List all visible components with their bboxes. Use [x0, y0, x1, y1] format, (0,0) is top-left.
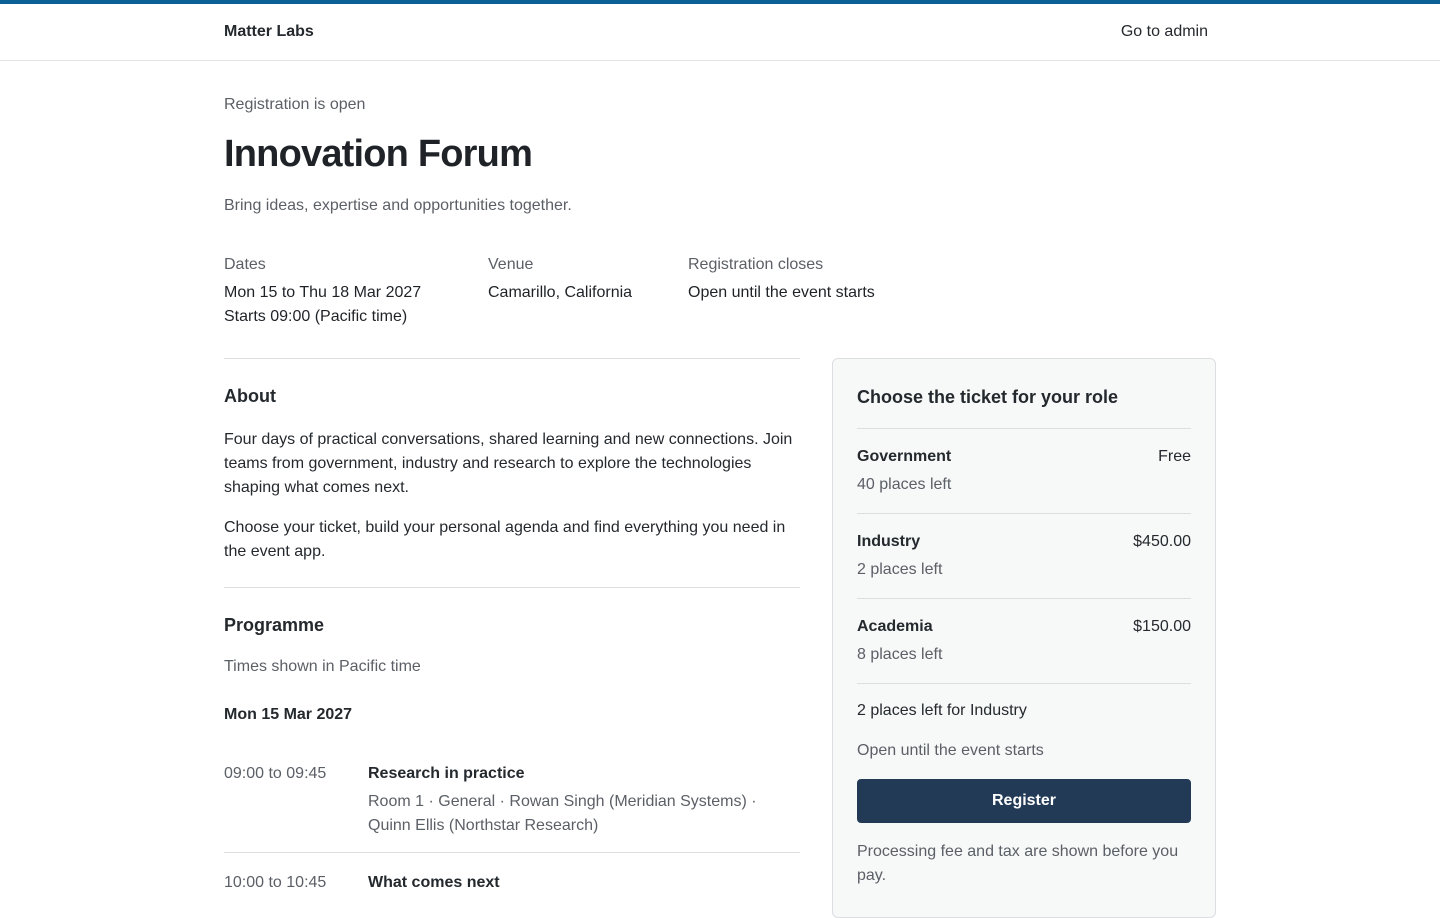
go-to-admin-link[interactable]: Go to admin — [1121, 23, 1208, 41]
selected-availability: 2 places left for Industry — [857, 702, 1027, 719]
meta-registration-closes: Registration closes Open until the event… — [688, 253, 875, 305]
closes-label: Registration closes — [688, 256, 824, 273]
ticket-option-academia[interactable]: Academia $150.00 8 places left — [857, 598, 1191, 683]
ticket-places-left: 2 places left — [857, 561, 943, 578]
register-button[interactable]: Register — [857, 779, 1191, 823]
session-time: 10:00 to 10:45 — [224, 874, 327, 891]
closes-value: Open until the event starts — [688, 284, 875, 301]
ticket-places-left: 40 places left — [857, 476, 952, 493]
programme-timezone-note: Times shown in Pacific time — [224, 658, 421, 675]
dates-label: Dates — [224, 256, 266, 273]
site-header: Matter Labs Go to admin — [0, 4, 1440, 61]
ticket-name: Industry — [857, 533, 921, 550]
ticket-price: $150.00 — [1133, 618, 1191, 635]
registration-status: Registration is open — [224, 96, 366, 113]
programme-heading: Programme — [224, 615, 325, 635]
ticket-name: Government — [857, 448, 952, 465]
ticket-price: $450.00 — [1133, 533, 1191, 550]
dates-value: Mon 15 to Thu 18 Mar 2027 — [224, 284, 422, 301]
brand-name[interactable]: Matter Labs — [224, 23, 314, 41]
fee-note: Processing fee and tax are shown before … — [857, 843, 1179, 884]
session-detail: Room 1 · General · Rowan Singh (Meridian… — [368, 793, 757, 834]
about-heading: About — [224, 386, 276, 406]
about-paragraph-2: Choose your ticket, build your personal … — [224, 519, 786, 560]
divider — [857, 683, 1191, 684]
registration-closes-note: Open until the event starts — [857, 742, 1044, 759]
dates-start: Starts 09:00 (Pacific time) — [224, 308, 408, 325]
about-paragraph-1: Four days of practical conversations, sh… — [224, 431, 793, 496]
ticket-price: Free — [1158, 448, 1191, 465]
venue-value: Camarillo, California — [488, 284, 633, 301]
ticket-places-left: 8 places left — [857, 646, 943, 663]
ticket-card-title: Choose the ticket for your role — [857, 387, 1119, 407]
session-title[interactable]: What comes next — [368, 871, 500, 895]
meta-dates: Dates Mon 15 to Thu 18 Mar 2027 Starts 0… — [224, 253, 421, 329]
divider — [224, 587, 800, 588]
page-title: Innovation Forum — [224, 133, 533, 175]
meta-venue: Venue Camarillo, California — [488, 253, 632, 305]
session-title[interactable]: Research in practice — [368, 762, 525, 786]
programme-day-heading: Mon 15 Mar 2027 — [224, 706, 353, 723]
ticket-option-industry[interactable]: Industry $450.00 2 places left — [857, 513, 1191, 598]
event-tagline: Bring ideas, expertise and opportunities… — [224, 197, 572, 214]
ticket-card: Choose the ticket for your role Governme… — [832, 358, 1216, 918]
venue-label: Venue — [488, 256, 534, 273]
divider — [224, 358, 800, 359]
ticket-name: Academia — [857, 618, 933, 635]
session-time: 09:00 to 09:45 — [224, 765, 327, 782]
divider — [224, 852, 800, 853]
ticket-option-government[interactable]: Government Free 40 places left — [857, 428, 1191, 513]
